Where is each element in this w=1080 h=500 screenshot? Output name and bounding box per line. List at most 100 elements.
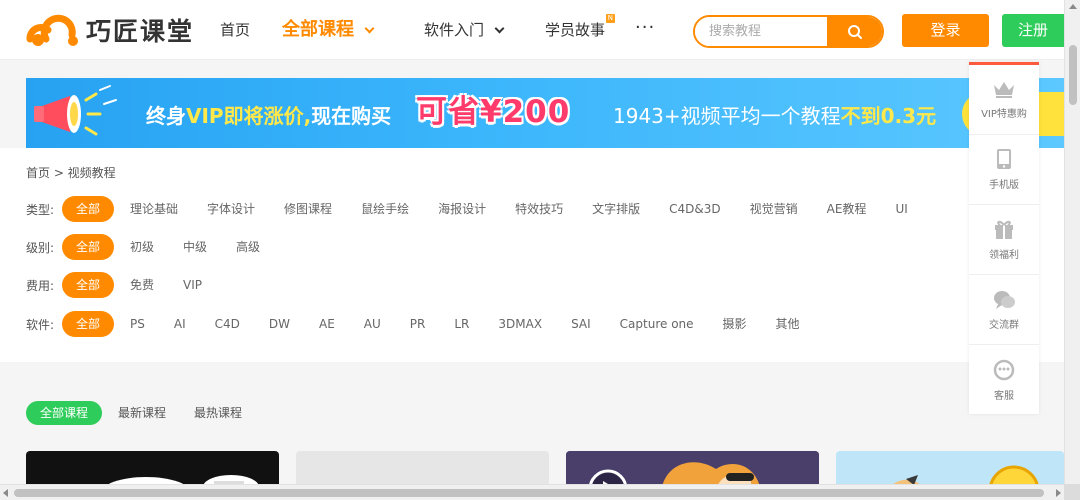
sidebar-item-label: 交流群	[989, 320, 1019, 331]
filter-chip[interactable]: PR	[410, 311, 426, 337]
filter-chip[interactable]: 中级	[183, 234, 207, 260]
banner-text-c: 现在购买	[311, 104, 392, 128]
tab-all-courses[interactable]: 全部课程	[26, 401, 103, 425]
filter-chip[interactable]: AE教程	[827, 196, 867, 222]
vertical-scroll-thumb[interactable]	[1069, 45, 1077, 105]
filter-row-type: 类型: 全部 理论基础 字体设计 修图课程 鼠绘手绘 海报设计 特效技巧 文字排…	[26, 196, 937, 222]
filter-chip[interactable]: 文字排版	[592, 196, 640, 222]
filter-label: 级别:	[26, 240, 55, 255]
filter-chip[interactable]: 摄影	[723, 311, 747, 337]
logo-mark-icon	[26, 13, 80, 47]
scroll-right-arrow-icon[interactable]	[1056, 489, 1061, 497]
sidebar-item-gift[interactable]: 领福利	[969, 205, 1039, 275]
chevron-down-icon	[364, 23, 375, 34]
nav-all-courses-label: 全部课程	[282, 19, 354, 40]
tab-latest-courses[interactable]: 最新课程	[118, 401, 166, 425]
filter-chip[interactable]: AE	[319, 311, 335, 337]
vertical-scrollbar[interactable]	[1064, 0, 1080, 484]
sidebar-item-mobile[interactable]: 手机版	[969, 135, 1039, 205]
filter-panel: 首页 > 视频教程 类型: 全部 理论基础 字体设计 修图课程 鼠绘手绘 海报设…	[0, 148, 1064, 362]
megaphone-icon	[34, 85, 117, 136]
filter-chip[interactable]: C4D	[215, 311, 240, 337]
nav-student-stories-label: 学员故事	[545, 21, 606, 39]
filter-chip[interactable]: 3DMAX	[498, 311, 542, 337]
banner-text-d: 1943+视频平均一个教程	[613, 104, 841, 128]
scroll-up-arrow-icon[interactable]	[1069, 4, 1077, 9]
filter-chip[interactable]: LR	[454, 311, 469, 337]
crown-icon	[994, 82, 1014, 98]
filter-chip[interactable]: 全部	[62, 196, 115, 222]
floating-sidebar: VIP特惠购 手机版 领福利 交流群 客服	[969, 62, 1039, 414]
filter-row-software: 软件: 全部 PS AI C4D DW AE AU PR LR 3DMAX SA…	[26, 311, 829, 337]
filter-chip[interactable]: SAI	[571, 311, 591, 337]
filter-chip[interactable]: DW	[269, 311, 290, 337]
chat-group-icon	[994, 291, 1015, 309]
filter-chip[interactable]: UI	[895, 196, 907, 222]
filter-chip[interactable]: 全部	[62, 234, 115, 260]
scrollbar-corner	[1064, 484, 1080, 500]
banner-headline: 终身VIP即将涨价,现在购买	[146, 100, 391, 129]
sidebar-item-label: 领福利	[989, 250, 1019, 261]
nav-all-courses[interactable]: 全部课程	[282, 0, 375, 60]
nav-student-stories[interactable]: 学员故事 N	[545, 0, 616, 60]
search-icon	[847, 24, 862, 39]
filter-chip[interactable]: 视觉营销	[750, 196, 798, 222]
filter-chip[interactable]: 高级	[236, 234, 260, 260]
course-tabs: 全部课程 最新课程 最热课程	[26, 401, 270, 425]
register-button[interactable]: 注册	[1002, 14, 1064, 47]
filter-chip[interactable]: 免费	[130, 272, 154, 298]
banner-save-amount: 可省¥200	[416, 94, 571, 130]
site-header: 巧匠课堂 首页 全部课程 软件入门 学员故事 N ··· 登录 注册	[0, 0, 1064, 60]
sidebar-item-label: 客服	[994, 390, 1014, 402]
search-button[interactable]	[827, 17, 882, 46]
filter-chip[interactable]: 理论基础	[130, 196, 178, 222]
filter-chip[interactable]: AU	[364, 311, 381, 337]
scroll-left-arrow-icon[interactable]	[3, 489, 8, 497]
site-logo[interactable]: 巧匠课堂	[26, 12, 194, 48]
filter-chip[interactable]: 其他	[776, 311, 800, 337]
login-button[interactable]: 登录	[902, 14, 989, 47]
new-badge: N	[605, 14, 616, 23]
sidebar-item-group[interactable]: 交流群	[969, 275, 1039, 345]
filter-chip[interactable]: 鼠绘手绘	[361, 196, 409, 222]
filter-chip[interactable]: 全部	[62, 272, 115, 298]
banner-subline: 1943+视频平均一个教程不到0.3元	[613, 100, 936, 129]
nav-software-intro[interactable]: 软件入门	[424, 0, 505, 60]
gift-icon	[995, 220, 1013, 239]
sidebar-item-label: 手机版	[989, 180, 1019, 191]
sidebar-item-vip[interactable]: VIP特惠购	[969, 65, 1039, 135]
filter-chip[interactable]: Capture one	[620, 311, 694, 337]
tab-hottest-courses[interactable]: 最热课程	[194, 401, 242, 425]
filter-chip[interactable]: 初级	[130, 234, 154, 260]
horizontal-scrollbar[interactable]	[0, 484, 1064, 500]
chevron-down-icon	[494, 23, 505, 34]
filter-label: 软件:	[26, 317, 55, 332]
filter-chip[interactable]: 修图课程	[284, 196, 332, 222]
filter-chip[interactable]: PS	[130, 311, 145, 337]
filter-chip[interactable]: C4D&3D	[669, 196, 721, 222]
filter-label: 类型:	[26, 202, 55, 217]
filter-chip[interactable]: 字体设计	[207, 196, 255, 222]
filter-chip[interactable]: 全部	[62, 311, 115, 337]
filter-chip[interactable]: 特效技巧	[515, 196, 563, 222]
banner-text-b: VIP即将涨价,	[186, 104, 312, 128]
phone-icon	[997, 149, 1011, 169]
promo-banner[interactable]: 终身VIP即将涨价,现在购买 可省¥200 1943+视频平均一个教程不到0.3…	[26, 78, 1066, 148]
more-menu-icon[interactable]: ···	[635, 0, 655, 60]
banner-text-e: 不到0.3元	[840, 104, 937, 128]
customer-service-icon	[993, 359, 1015, 380]
search-box	[693, 15, 884, 48]
sidebar-item-label: VIP特惠购	[981, 109, 1027, 120]
logo-text: 巧匠课堂	[86, 17, 195, 46]
filter-label: 费用:	[26, 278, 55, 293]
sidebar-item-service[interactable]: 客服	[969, 345, 1039, 415]
banner-text-a: 终身	[146, 104, 186, 128]
search-input[interactable]	[695, 17, 827, 46]
filter-chip[interactable]: AI	[174, 311, 186, 337]
filter-row-price: 费用: 全部 免费 VIP	[26, 272, 231, 298]
filter-row-level: 级别: 全部 初级 中级 高级	[26, 234, 289, 260]
filter-chip[interactable]: VIP	[183, 272, 202, 298]
horizontal-scroll-thumb[interactable]	[14, 489, 1044, 497]
filter-chip[interactable]: 海报设计	[438, 196, 486, 222]
nav-home[interactable]: 首页	[220, 0, 250, 60]
